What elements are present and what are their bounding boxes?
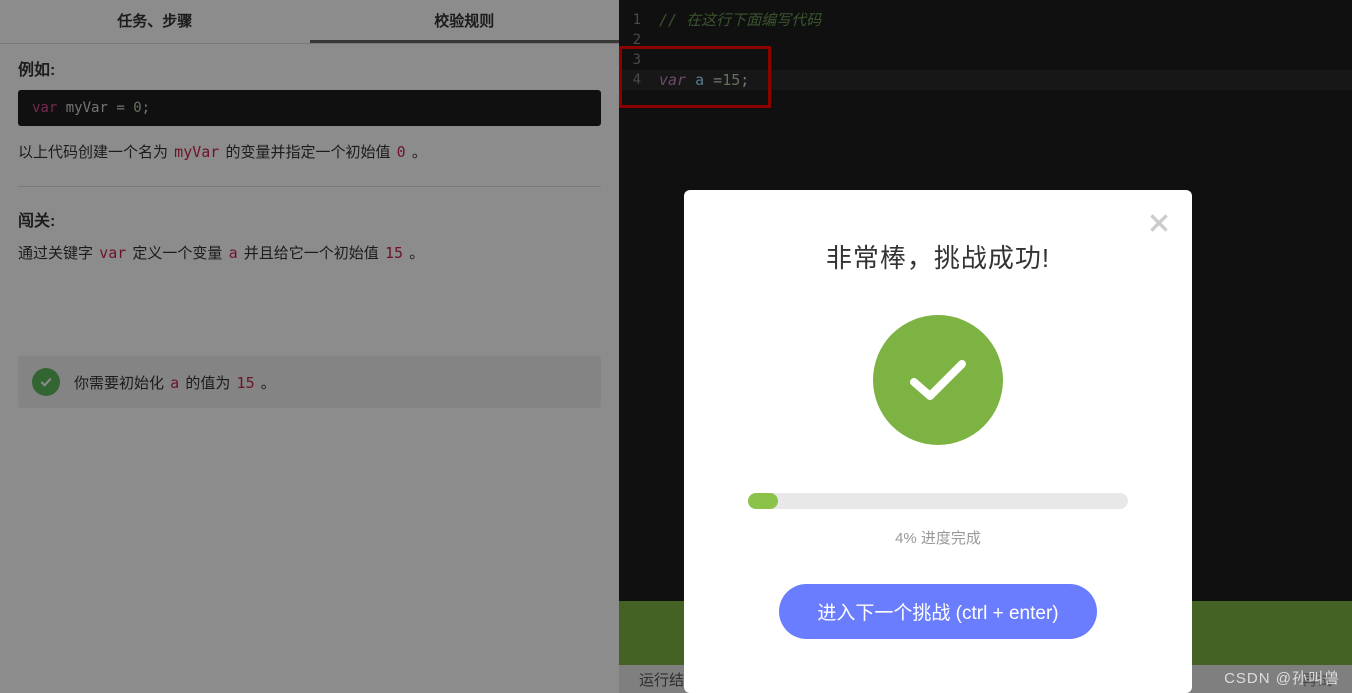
success-check-icon (873, 315, 1003, 445)
progress-bar (748, 493, 1128, 509)
watermark: CSDN @孙叫兽 (1224, 667, 1340, 688)
next-challenge-button[interactable]: 进入下一个挑战 (ctrl + enter) (779, 584, 1096, 639)
close-icon[interactable] (1146, 210, 1172, 241)
modal-title: 非常棒，挑战成功! (826, 238, 1050, 275)
progress-text: 4% 进度完成 (895, 527, 981, 548)
progress-fill (748, 493, 778, 509)
success-modal: 非常棒，挑战成功! 4% 进度完成 进入下一个挑战 (ctrl + enter) (684, 190, 1192, 693)
